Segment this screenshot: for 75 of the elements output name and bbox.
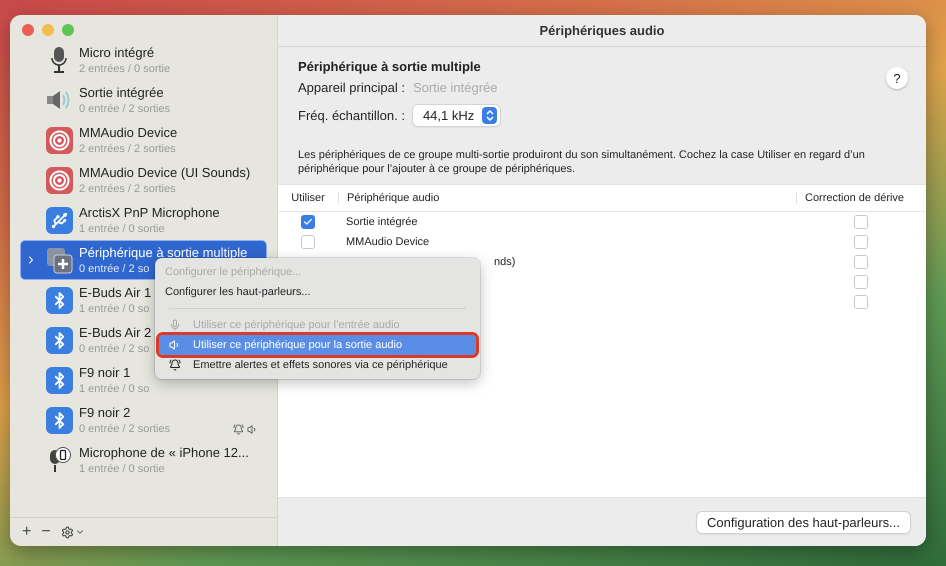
bell-icon (169, 359, 181, 371)
device-channels: 1 entrée / 0 so (79, 383, 150, 395)
main-device-label: Appareil principal : (298, 80, 405, 95)
microphone-icon (169, 319, 181, 331)
speaker-setup-button[interactable]: Configuration des haut-parleurs... (697, 512, 910, 532)
device-item[interactable]: Micro intégré 2 entrées / 0 sortie (20, 40, 267, 80)
device-name: ArctisX PnP Microphone (79, 205, 220, 220)
device-name: F9 noir 2 (79, 405, 130, 420)
bluetooth-icon (46, 366, 72, 394)
menu-item[interactable]: Configurer les haut-parleurs... (160, 282, 475, 302)
drift-checkbox[interactable] (854, 275, 868, 289)
device-name: Microphone de « iPhone 12... (79, 445, 249, 460)
zoom-button[interactable] (62, 24, 74, 36)
drift-checkbox[interactable] (854, 255, 868, 269)
window-title: Périphériques audio (540, 23, 664, 38)
device-name: E-Buds Air 1 (79, 285, 152, 300)
device-channels: 1 entrée / 0 sortie (79, 223, 165, 235)
device-item[interactable]: F9 noir 2 0 entrée / 2 sorties (20, 400, 267, 440)
device-name: MMAudio Device (UI Sounds) (79, 165, 250, 180)
menu-item[interactable]: Emettre alertes et effets sonores via ce périphérique (160, 355, 475, 375)
sample-rate-popup[interactable]: 44,1 kHz (412, 105, 500, 126)
microphone-icon (50, 46, 68, 74)
device-name: Périphérique à sortie multiple (79, 245, 248, 260)
device-channels: 2 entrées / 0 sortie (79, 63, 170, 75)
device-channels: 0 entrée / 2 so (79, 263, 150, 275)
device-item[interactable]: MMAudio Device (UI Sounds) 2 entrées / 2 sorties (20, 160, 267, 200)
device-name: E-Buds Air 2 (79, 325, 152, 340)
main-device-value: Sortie intégrée (412, 80, 498, 95)
minimize-button[interactable] (42, 24, 54, 36)
device-item[interactable]: Microphone de « iPhone 12... 1 entrée / 0 sortie (20, 440, 267, 480)
column-header[interactable]: Périphérique audio (338, 192, 796, 204)
device-cell: MMAudio Device (346, 236, 430, 248)
use-checkbox[interactable] (301, 235, 315, 249)
bluetooth-icon (46, 326, 72, 354)
device-name: F9 noir 1 (79, 365, 130, 380)
device-channels: 0 entrée / 2 sorties (79, 423, 170, 435)
usb-icon (46, 206, 72, 234)
device-channels: 0 entrée / 2 sorties (79, 103, 170, 115)
target-icon (46, 126, 72, 154)
bluetooth-icon (46, 286, 72, 314)
device-channels: 0 entrée / 2 so (79, 343, 150, 355)
stepper-icon (486, 110, 494, 121)
device-item[interactable]: Sortie intégrée 0 entrée / 2 sorties (20, 80, 267, 120)
drift-checkbox[interactable] (854, 295, 868, 309)
column-header[interactable]: Correction de dérive (796, 192, 926, 204)
target-icon (46, 166, 72, 194)
use-checkbox[interactable] (301, 215, 315, 229)
add-button[interactable]: + (22, 523, 32, 541)
device-channels: 1 entrée / 0 so (79, 303, 150, 315)
device-channels: 2 entrées / 2 sorties (79, 143, 176, 155)
help-button[interactable]: ? (886, 67, 908, 89)
device-item[interactable]: ArctisX PnP Microphone 1 entrée / 0 sortie (20, 200, 267, 240)
close-button[interactable] (22, 24, 34, 36)
gear-icon (60, 526, 74, 538)
description-text: Les périphériques de ce groupe multi-sortie produiront du son simultanément. Cochez la case Utiliser en regard d’un périphérique pour l’ajouter à ce groupe de périphériques. (298, 148, 866, 176)
sample-rate-label: Fréq. échantillon. : (298, 108, 405, 123)
device-name: MMAudio Device (79, 125, 178, 140)
microphone-phone-icon (47, 446, 71, 474)
device-cell: Sortie intégrée (346, 216, 418, 228)
device-channels: 1 entrée / 0 sortie (79, 463, 165, 475)
check-icon (303, 217, 313, 227)
drift-checkbox[interactable] (854, 235, 868, 249)
device-channels: 2 entrées / 2 sorties (79, 183, 176, 195)
device-item[interactable]: MMAudio Device 2 entrées / 2 sorties (20, 120, 267, 160)
bluetooth-icon (46, 406, 72, 434)
remove-button[interactable]: − (41, 523, 51, 541)
drift-checkbox[interactable] (854, 215, 868, 229)
settings-menu-button[interactable] (60, 526, 85, 538)
device-name: Micro intégré (79, 45, 154, 60)
stacked-plus-icon (46, 246, 72, 274)
device-name: Sortie intégrée (79, 85, 164, 100)
column-header[interactable]: Utiliser (278, 192, 338, 204)
speaker-icon (169, 339, 181, 351)
device-title: Périphérique à sortie multiple (298, 59, 482, 74)
device-cell: nds) (494, 256, 516, 268)
